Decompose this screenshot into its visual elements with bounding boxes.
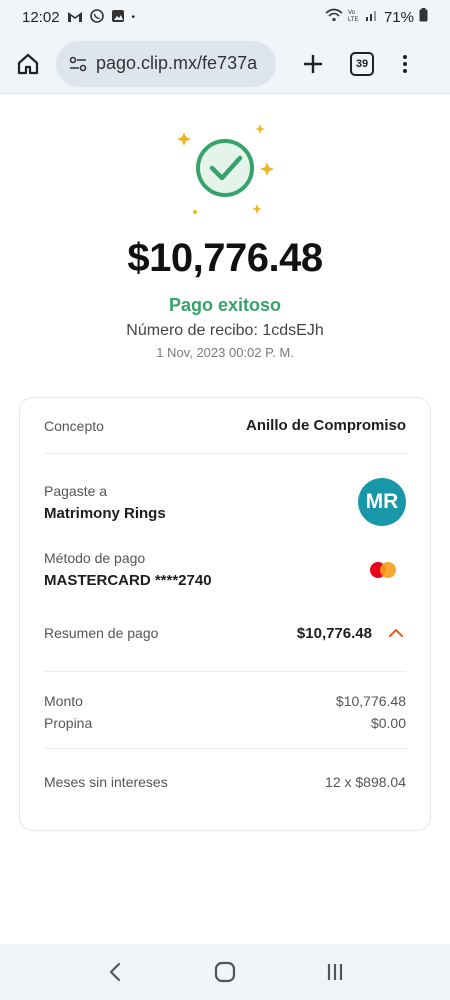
tip-label: Propina (44, 715, 93, 731)
home-nav-button[interactable] (207, 954, 243, 990)
status-bar: 12:02 • Vo LTE 71% (0, 0, 450, 34)
clock: 12:02 (22, 8, 60, 26)
more-dot (403, 61, 407, 66)
concept-label: Concepto (44, 417, 104, 434)
more-menu-button[interactable] (400, 54, 410, 73)
payment-details-card: Concepto Anillo de Compromiso Pagaste a … (19, 397, 431, 831)
installments-label: Meses sin intereses (44, 774, 168, 790)
amount-row: Monto $10,776.48 (44, 690, 406, 712)
concept-row: Concepto Anillo de Compromiso (44, 398, 406, 454)
back-icon (109, 962, 121, 982)
summary-right: $10,776.48 (297, 623, 406, 643)
payment-method-row: Método de pago MASTERCARD ****2740 (44, 550, 406, 589)
signal-icon (365, 8, 379, 26)
installments-row: Meses sin intereses 12 x $898.04 (44, 763, 406, 801)
payment-date: 1 Nov, 2023 00:02 P. M. (156, 345, 294, 360)
notification-dot: • (131, 11, 136, 23)
merchant-row: Pagaste a Matrimony Rings MR (44, 478, 406, 526)
back-button[interactable] (97, 954, 133, 990)
receipt-number: Número de recibo: 1cdsEJh (126, 322, 324, 339)
recents-button[interactable] (317, 954, 353, 990)
summary-label: Resumen de pago (44, 625, 159, 641)
paid-to-label: Pagaste a (44, 482, 108, 499)
new-tab-button[interactable] (298, 49, 328, 79)
divider (44, 671, 406, 672)
home-button[interactable] (10, 46, 46, 82)
more-dot (403, 68, 407, 73)
tip-value: $0.00 (370, 715, 406, 731)
payment-success-header: $10,776.48 Pago exitoso Número de recibo… (0, 118, 450, 360)
tip-row: Propina $0.00 (44, 712, 406, 734)
image-icon (111, 9, 125, 25)
tab-switcher-button[interactable]: 39 (350, 51, 374, 76)
address-bar[interactable]: pago.clip.mx/fe737a (56, 40, 276, 87)
summary-details: Monto $10,776.48 Propina $0.00 (44, 690, 406, 734)
battery-icon (419, 8, 428, 26)
more-dot (403, 54, 407, 59)
success-check-icon (177, 124, 274, 214)
svg-text:LTE: LTE (348, 17, 359, 22)
payment-summary-toggle[interactable]: Resumen de pago $10,776.48 (44, 619, 406, 647)
divider (44, 748, 406, 749)
gmail-icon (67, 10, 83, 25)
home-nav-icon (214, 961, 236, 983)
mastercard-icon (370, 560, 400, 580)
browser-toolbar: pago.clip.mx/fe737a 39 (0, 34, 450, 94)
payment-amount: $10,776.48 (127, 236, 323, 280)
concept-value: Anillo de Compromiso (245, 417, 406, 434)
payment-method-info: Método de pago MASTERCARD ****2740 (44, 550, 212, 589)
home-icon (17, 53, 39, 74)
status-left: 12:02 • (22, 9, 135, 26)
recents-icon (327, 964, 343, 980)
chevron-up-icon[interactable] (386, 623, 406, 643)
plus-icon (304, 54, 322, 73)
lte-icon: Vo LTE (348, 8, 360, 26)
merchant-avatar: MR (358, 478, 406, 526)
amount-label: Monto (44, 693, 83, 709)
battery-level: 71% (383, 8, 414, 26)
success-check-graphic (165, 118, 285, 218)
status-right: Vo LTE 71% (325, 8, 428, 26)
svg-text:Vo: Vo (348, 10, 356, 16)
url-text[interactable]: pago.clip.mx/fe737a (96, 53, 257, 74)
merchant-info: Pagaste a Matrimony Rings (44, 483, 166, 522)
system-navigation-bar (0, 944, 450, 1000)
payment-method-value: MASTERCARD ****2740 (44, 572, 212, 589)
site-settings-icon[interactable] (68, 54, 88, 74)
merchant-name: Matrimony Rings (44, 504, 166, 522)
payment-method-label: Método de pago (44, 550, 146, 566)
installments-value: 12 x $898.04 (325, 774, 406, 790)
whatsapp-icon (89, 9, 104, 25)
payment-status: Pago exitoso (168, 295, 282, 315)
summary-total: $10,776.48 (296, 624, 372, 642)
wifi-icon (325, 8, 343, 26)
amount-value: $10,776.48 (335, 693, 406, 709)
